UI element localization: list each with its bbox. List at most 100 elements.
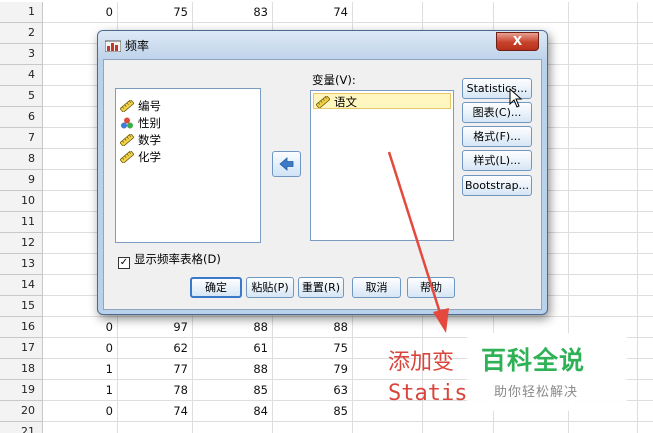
row-number[interactable]: 7 [0, 128, 43, 149]
sheet-cell[interactable] [638, 191, 653, 212]
sheet-cell[interactable] [569, 86, 638, 107]
row-number[interactable]: 18 [0, 359, 43, 380]
sheet-cell[interactable] [638, 128, 653, 149]
sheet-cell[interactable]: 78 [118, 380, 193, 401]
row-number[interactable]: 10 [0, 191, 43, 212]
sheet-cell[interactable]: 88 [193, 359, 273, 380]
row-number[interactable]: 2 [0, 23, 43, 44]
sheet-cell[interactable] [569, 296, 638, 317]
row-number[interactable]: 12 [0, 233, 43, 254]
row-number[interactable]: 13 [0, 254, 43, 275]
move-variable-button[interactable] [272, 151, 301, 177]
row-number[interactable]: 16 [0, 317, 43, 338]
sheet-cell[interactable] [638, 296, 653, 317]
sheet-cell[interactable]: 75 [118, 2, 193, 23]
sheet-cell[interactable] [423, 422, 494, 433]
sheet-cell[interactable] [353, 317, 423, 338]
sheet-cell[interactable] [423, 2, 494, 23]
variable-list-item[interactable]: 数学 [120, 132, 161, 148]
sheet-cell[interactable]: 75 [273, 338, 353, 359]
sheet-cell[interactable] [638, 317, 653, 338]
row-number[interactable]: 9 [0, 170, 43, 191]
sheet-cell[interactable] [638, 86, 653, 107]
source-variable-list[interactable]: 编号 性别 数学 化学 [115, 88, 261, 243]
sheet-cell[interactable]: 63 [273, 380, 353, 401]
sheet-cell[interactable] [638, 212, 653, 233]
sheet-cell[interactable]: 0 [43, 401, 118, 422]
sheet-cell[interactable] [638, 254, 653, 275]
row-number[interactable]: 17 [0, 338, 43, 359]
sheet-cell[interactable] [569, 65, 638, 86]
row-number[interactable]: 14 [0, 275, 43, 296]
sheet-cell[interactable] [494, 2, 569, 23]
sheet-cell[interactable] [638, 23, 653, 44]
sheet-cell[interactable]: 62 [118, 338, 193, 359]
sheet-cell[interactable] [569, 23, 638, 44]
sheet-cell[interactable] [569, 254, 638, 275]
sheet-cell[interactable] [569, 275, 638, 296]
sheet-cell[interactable] [353, 2, 423, 23]
sheet-cell[interactable]: 83 [193, 2, 273, 23]
sheet-cell[interactable] [193, 422, 273, 433]
sheet-cell[interactable] [638, 422, 653, 433]
variable-list-item[interactable]: 化学 [120, 149, 161, 165]
format-button[interactable]: 格式(F)... [462, 126, 532, 147]
sheet-cell[interactable] [494, 422, 569, 433]
sheet-cell[interactable] [569, 149, 638, 170]
row-number[interactable]: 4 [0, 65, 43, 86]
sheet-cell[interactable] [569, 422, 638, 433]
target-variable-list[interactable]: 语文 [310, 90, 454, 241]
row-number[interactable]: 21 [0, 422, 43, 433]
sheet-cell[interactable] [638, 107, 653, 128]
sheet-cell[interactable] [353, 422, 423, 433]
sheet-cell[interactable]: 74 [273, 2, 353, 23]
dialog-titlebar[interactable]: 频率 X [98, 31, 547, 59]
sheet-cell[interactable]: 85 [273, 401, 353, 422]
close-button[interactable]: X [496, 32, 539, 51]
variable-list-item[interactable]: 编号 [120, 98, 161, 114]
sheet-cell[interactable] [569, 2, 638, 23]
sheet-cell[interactable]: 88 [193, 317, 273, 338]
sheet-cell[interactable] [638, 149, 653, 170]
row-number[interactable]: 19 [0, 380, 43, 401]
sheet-cell[interactable]: 88 [273, 317, 353, 338]
sheet-cell[interactable]: 0 [43, 2, 118, 23]
row-number[interactable]: 5 [0, 86, 43, 107]
sheet-cell[interactable] [569, 233, 638, 254]
sheet-cell[interactable]: 84 [193, 401, 273, 422]
sheet-cell[interactable] [569, 170, 638, 191]
sheet-cell[interactable] [638, 44, 653, 65]
row-number[interactable]: 11 [0, 212, 43, 233]
sheet-cell[interactable] [273, 422, 353, 433]
sheet-cell[interactable] [638, 65, 653, 86]
ok-button[interactable]: 确定 [190, 277, 242, 298]
sheet-cell[interactable] [638, 380, 653, 401]
row-number[interactable]: 1 [0, 2, 43, 23]
sheet-cell[interactable] [638, 359, 653, 380]
help-button[interactable]: 帮助 [407, 277, 455, 298]
row-number[interactable]: 6 [0, 107, 43, 128]
sheet-cell[interactable] [569, 212, 638, 233]
sheet-cell[interactable] [638, 338, 653, 359]
variable-list-item[interactable]: 语文 [313, 93, 451, 109]
sheet-cell[interactable] [638, 170, 653, 191]
row-number[interactable]: 8 [0, 149, 43, 170]
row-number[interactable]: 20 [0, 401, 43, 422]
row-number[interactable]: 15 [0, 296, 43, 317]
sheet-cell[interactable] [569, 191, 638, 212]
sheet-cell[interactable]: 1 [43, 380, 118, 401]
sheet-cell[interactable]: 97 [118, 317, 193, 338]
row-number[interactable]: 3 [0, 44, 43, 65]
sheet-cell[interactable]: 77 [118, 359, 193, 380]
sheet-cell[interactable] [569, 107, 638, 128]
sheet-cell[interactable] [569, 128, 638, 149]
sheet-cell[interactable]: 85 [193, 380, 273, 401]
sheet-cell[interactable] [638, 2, 653, 23]
sheet-cell[interactable]: 1 [43, 359, 118, 380]
sheet-cell[interactable] [43, 422, 118, 433]
sheet-cell[interactable]: 0 [43, 338, 118, 359]
sheet-cell[interactable]: 61 [193, 338, 273, 359]
style-button[interactable]: 样式(L)... [462, 150, 532, 171]
reset-button[interactable]: 重置(R) [298, 277, 344, 298]
paste-button[interactable]: 粘贴(P) [246, 277, 294, 298]
